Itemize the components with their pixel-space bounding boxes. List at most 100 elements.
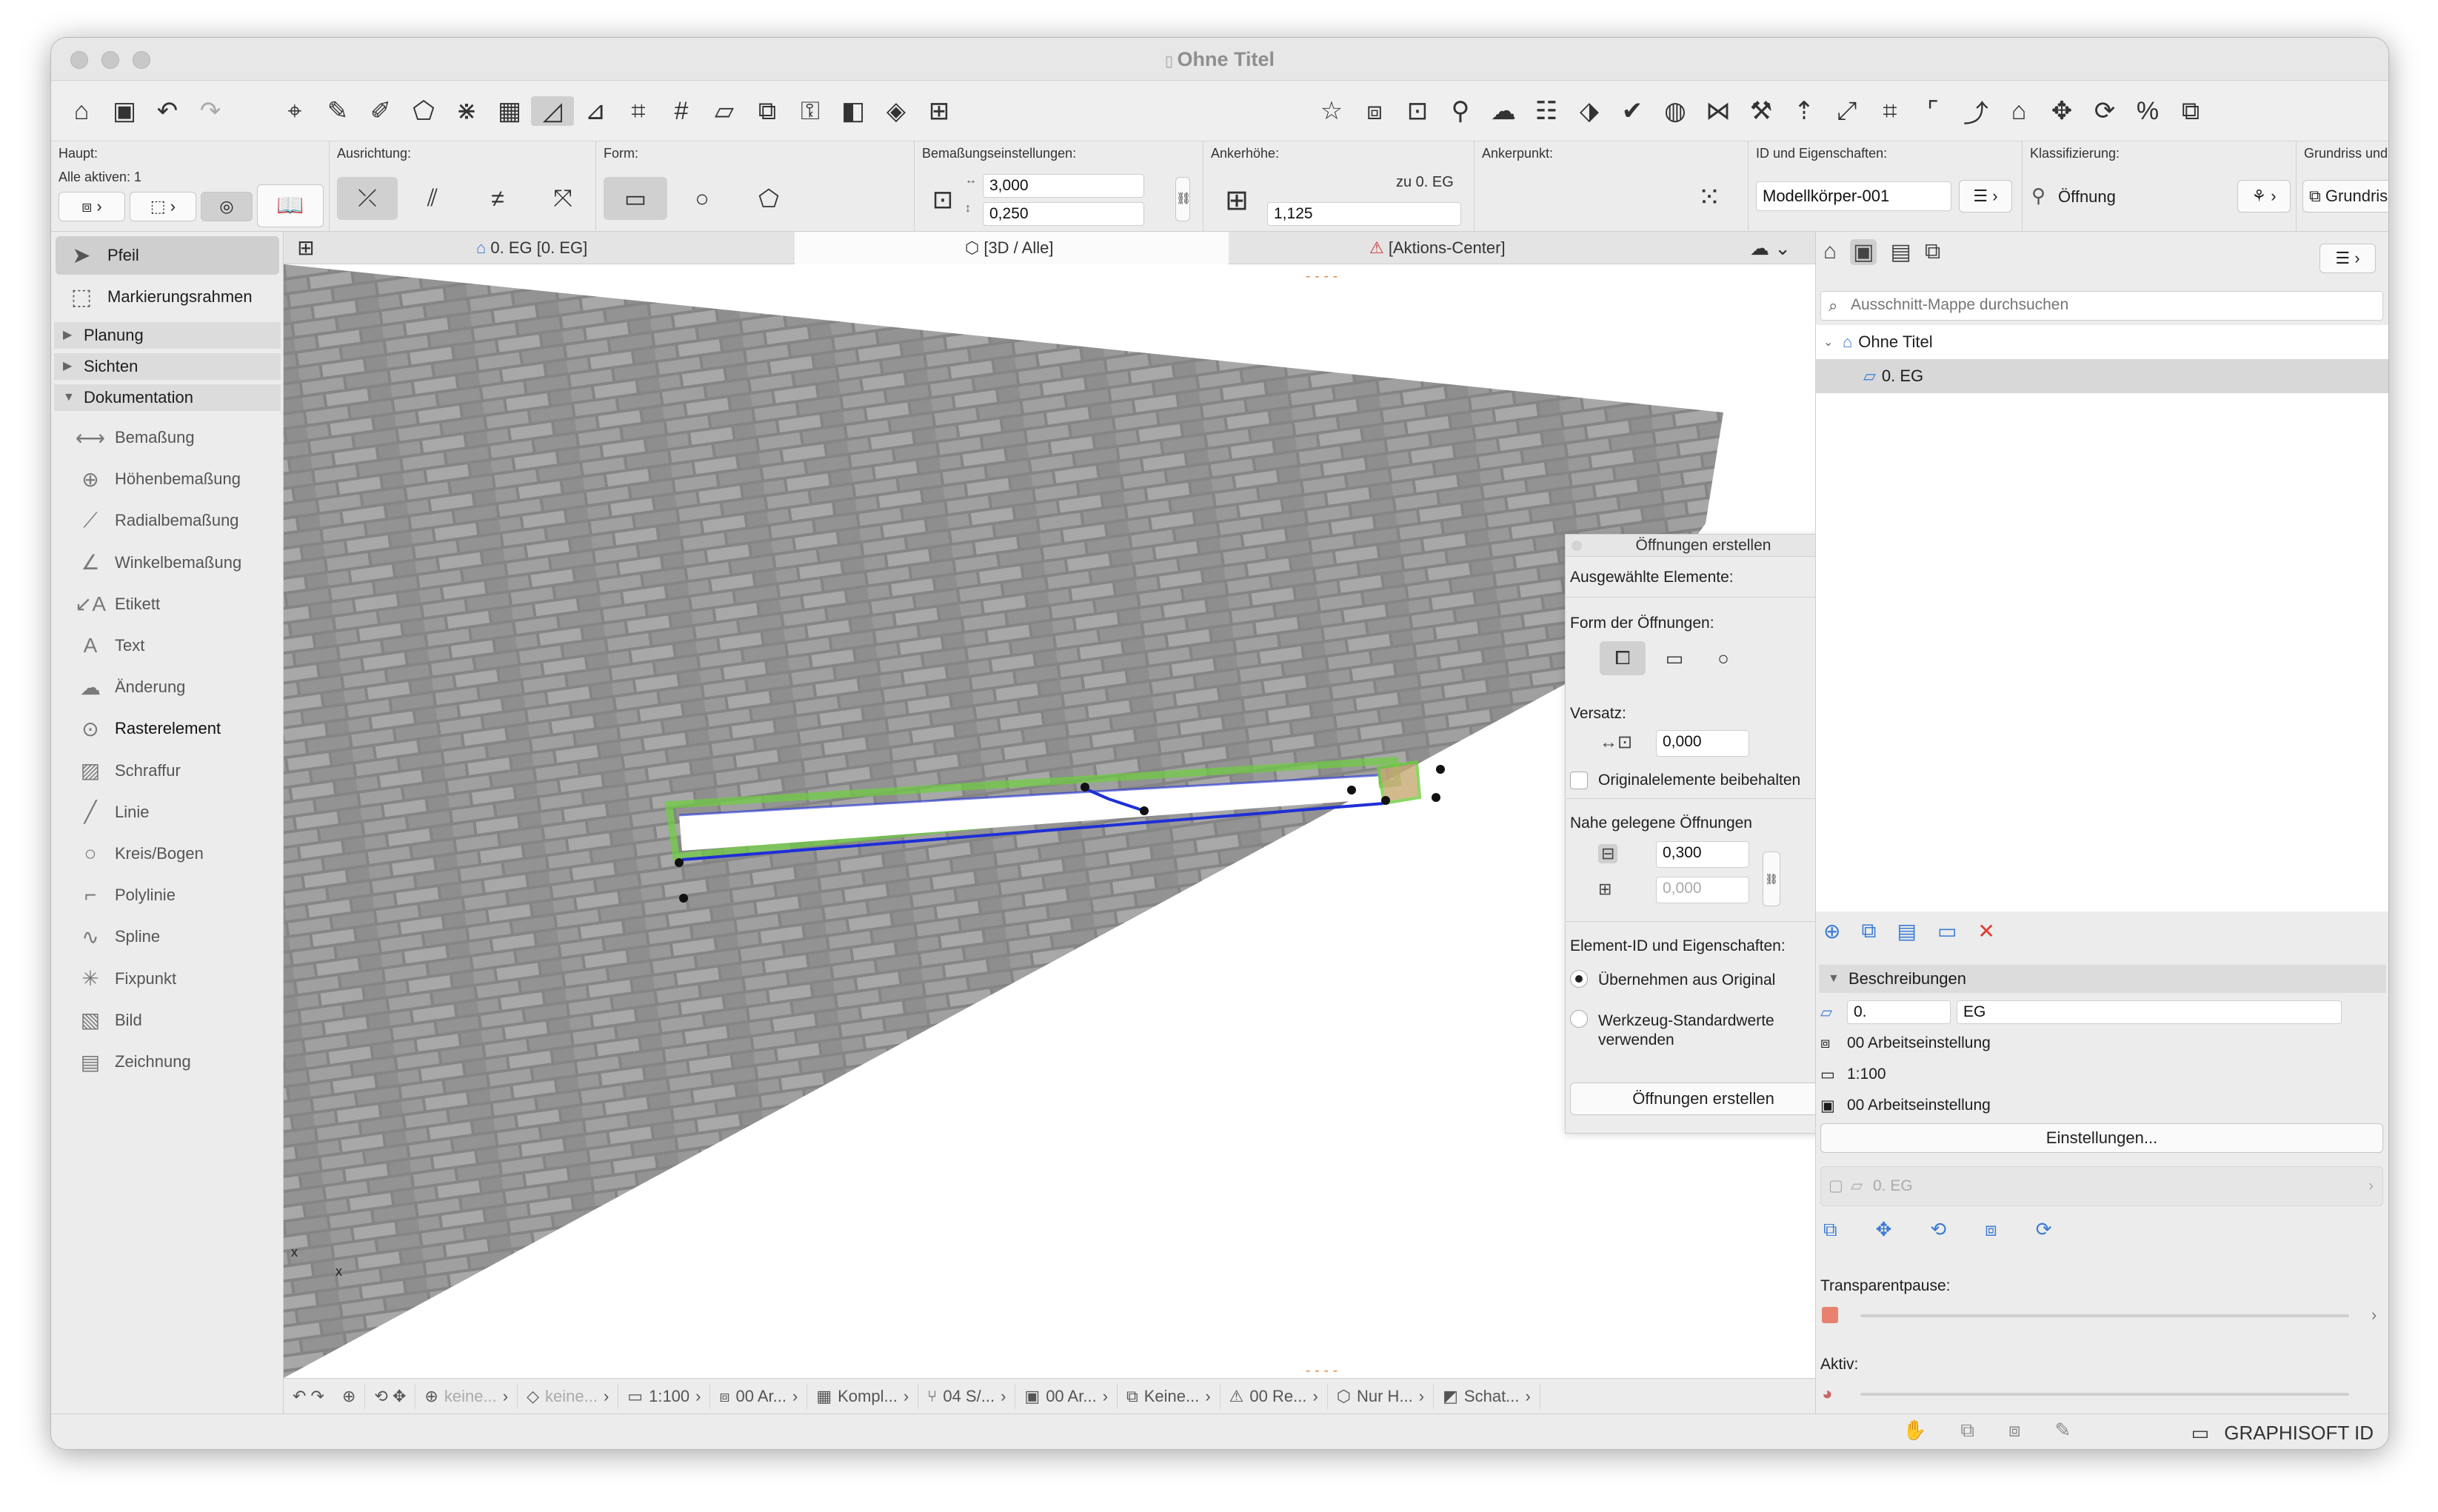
status-item-graphic-override[interactable]: ⚠ 00 Re... ›	[1220, 1383, 1328, 1409]
graphisoft-id[interactable]: ▭ GRAPHISOFT ID	[2191, 1422, 2374, 1445]
tab-floorplan[interactable]: ⌂ 0. EG [0. EG]	[328, 232, 795, 264]
split-icon[interactable]: ⋈	[1697, 96, 1740, 126]
palette-close-button[interactable]	[1572, 541, 1582, 551]
tool-kreis-bogen[interactable]: ○ Kreis/Bogen	[66, 833, 204, 874]
transparency-slider[interactable]	[1860, 1314, 2349, 1317]
lock-icon[interactable]: ⚿	[789, 97, 832, 126]
magic-button[interactable]: ◎	[201, 192, 253, 221]
chain-link-button[interactable]: ⛓	[1175, 177, 1191, 221]
tool-etikett[interactable]: ↙A Etikett	[66, 583, 160, 625]
grid-snap-icon[interactable]: ⌗	[617, 97, 660, 126]
status-item-zoom[interactable]: ⊕ keine... ›	[415, 1383, 518, 1409]
trace-icon[interactable]: ⧉	[746, 97, 789, 126]
edit-trace-icon[interactable]: ✎	[2055, 1419, 2071, 1442]
resize-icon[interactable]: ⤢	[1826, 97, 1868, 126]
color-wheel-icon[interactable]: ◕	[1822, 1384, 1833, 1405]
snap-guides-icon[interactable]: ⊿	[574, 96, 617, 126]
wand-icon[interactable]: ⚒	[1740, 96, 1783, 126]
percent-icon[interactable]: %	[2126, 97, 2169, 126]
height-field[interactable]: 0,250	[983, 202, 1144, 226]
trace-move-icon[interactable]: ✥	[1876, 1218, 1892, 1242]
tool-fixpunkt[interactable]: ✳ Fixpunkt	[66, 958, 176, 1000]
calculator-icon[interactable]: ▦	[488, 96, 531, 126]
status-item-structure[interactable]: ⑂ 04 S/... ›	[918, 1383, 1016, 1409]
status-item-scale[interactable]: ▭ 1:100 ›	[618, 1383, 711, 1409]
trace-compare-icon[interactable]: ⧈	[1985, 1218, 1997, 1242]
tool-winkelbemaßung[interactable]: ∠ Winkelbemaßung	[66, 542, 241, 583]
tag-icon[interactable]: ⬗	[1568, 96, 1611, 126]
trace-toggle-icon[interactable]: ⧉	[1823, 1218, 1837, 1242]
status-item-partial-structure[interactable]: ⬡ Nur H... ›	[1328, 1383, 1435, 1409]
element-id-field[interactable]: Modellkörper-001	[1756, 181, 1951, 211]
versatz-field[interactable]: 0,000	[1656, 730, 1749, 757]
tab-3d[interactable]: ⬡ [3D / Alle]	[795, 232, 1229, 264]
floorplan-section-button[interactable]: ⧉ Grundriss u	[2302, 180, 2388, 213]
schedule-icon[interactable]: ☷	[1525, 96, 1568, 126]
anchor-height-field[interactable]: 1,125	[1267, 202, 1461, 226]
nearby-value-1[interactable]: 0,300	[1656, 841, 1749, 868]
window-icon[interactable]: ⧉	[2169, 97, 2212, 126]
classification-value[interactable]: Öffnung	[2058, 187, 2116, 207]
link-icon[interactable]: ⚲	[1439, 96, 1482, 126]
elevate-icon[interactable]: ⇡	[1783, 96, 1826, 126]
inject-icon[interactable]: ✐	[359, 96, 402, 126]
radio-tool-defaults[interactable]	[1570, 1010, 1588, 1028]
tool-änderung[interactable]: ☁ Änderung	[66, 666, 185, 708]
undo-icon[interactable]: ↶	[146, 96, 189, 126]
layers-icon[interactable]: ⧈	[1353, 97, 1396, 126]
desc-id-field[interactable]: 0.	[1847, 1000, 1951, 1024]
nearby-link-button[interactable]: ⛓	[1763, 852, 1780, 906]
pick-up-icon[interactable]: ✎	[316, 96, 359, 126]
tree-item-project[interactable]: ⌄ ⌂ Ohne Titel	[1816, 325, 2388, 359]
navigator-search[interactable]: ⌕	[1820, 291, 2383, 321]
tool-polylinie[interactable]: ⌐ Polylinie	[66, 874, 176, 916]
align-option-2[interactable]: ⫽	[402, 177, 463, 220]
anchor-point-selector[interactable]: ⁙	[1683, 171, 1735, 223]
status-item-renovation[interactable]: ⧉ Keine... ›	[1118, 1383, 1220, 1409]
tool-linie[interactable]: ╱ Linie	[66, 792, 150, 833]
status-item-model-view[interactable]: ▦ Kompl... ›	[807, 1383, 919, 1409]
resize-handle-top[interactable]: - - - -	[1306, 268, 1337, 284]
nearby-value-2[interactable]: 0,000	[1656, 877, 1749, 903]
navigator-tree-area[interactable]	[1816, 393, 2388, 911]
grid-icon[interactable]: #	[660, 97, 703, 126]
group-icon[interactable]: ⊞	[918, 96, 961, 126]
view-3d-icon[interactable]: ◈	[875, 96, 918, 126]
tool-radialbemaßung[interactable]: ⟋ Radialbemaßung	[66, 500, 238, 541]
tool-pfeil[interactable]: ➤ Pfeil	[56, 236, 279, 275]
opening-form-circle[interactable]: ○	[1703, 641, 1743, 675]
settings-button[interactable]: Einstellungen...	[1820, 1123, 2383, 1153]
rotate-icon[interactable]: ⟳	[2083, 96, 2126, 126]
layer-icon[interactable]: ◧	[832, 96, 875, 126]
find-select-icon[interactable]: ⌖	[273, 97, 316, 126]
form-polygon[interactable]: ⬠	[737, 177, 801, 220]
tool-schraffur[interactable]: ▨ Schraffur	[66, 750, 181, 792]
status-item-pen-set[interactable]: ⧈ 00 Ar... ›	[710, 1383, 808, 1409]
status-item-shadow[interactable]: ◩ Schat... ›	[1434, 1383, 1540, 1409]
properties-icon[interactable]: ▭	[1937, 919, 1957, 943]
layout-book-icon[interactable]: ▤	[1890, 239, 1911, 265]
layer-filter-button[interactable]: ⧈ ›	[59, 192, 125, 221]
keep-original-checkbox[interactable]	[1570, 772, 1588, 789]
cloud-icon[interactable]: ☁	[1482, 96, 1525, 126]
trace-color-swatch[interactable]	[1822, 1307, 1838, 1323]
properties-button[interactable]: ☰ ›	[1959, 180, 2012, 213]
tree-item-story[interactable]: ▱ 0. EG	[1816, 359, 2388, 393]
new-folder-icon[interactable]: ▤	[1897, 919, 1916, 943]
group-planung[interactable]: Planung	[54, 322, 281, 349]
arc-edit-icon[interactable]: ⤴	[1954, 93, 1997, 130]
overlay-icon[interactable]: ⧉	[1960, 1419, 1974, 1442]
form-rectangle[interactable]: ▭	[604, 177, 667, 220]
check-icon[interactable]: ✔	[1611, 96, 1654, 126]
orbit-controls[interactable]: ⟲ ✥	[365, 1383, 416, 1409]
settings-dialog-button[interactable]: 📖	[257, 184, 324, 227]
crop-icon[interactable]: ⌗	[1868, 97, 1911, 126]
selection-filter-button[interactable]: ⬚ ›	[130, 192, 196, 221]
active-slider[interactable]	[1860, 1393, 2349, 1396]
navigator-menu-button[interactable]: ☰ ›	[2320, 244, 2376, 273]
favorites-icon[interactable]: ☆	[1310, 96, 1353, 126]
tool-bild[interactable]: ▧ Bild	[66, 1000, 142, 1041]
sun-icon[interactable]: ◍	[1654, 96, 1697, 126]
tool-zeichnung[interactable]: ▤ Zeichnung	[66, 1041, 191, 1083]
opening-form-rect[interactable]: ▭	[1654, 641, 1694, 675]
